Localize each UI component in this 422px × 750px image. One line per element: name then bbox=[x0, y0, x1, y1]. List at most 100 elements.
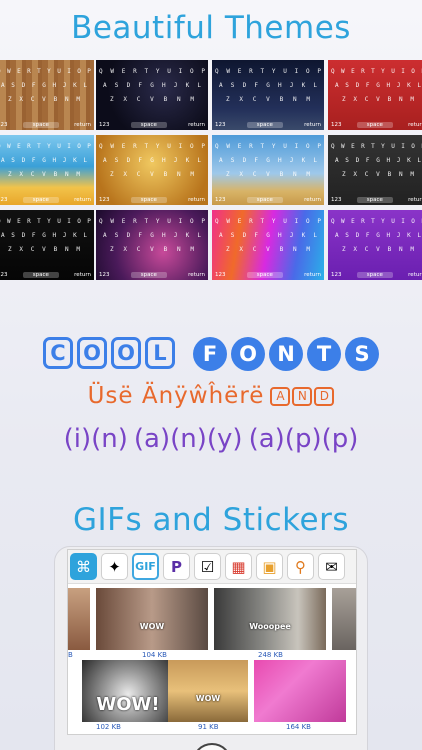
search-icon[interactable]: ⚲ bbox=[287, 553, 314, 580]
key-n: N bbox=[292, 246, 297, 253]
key-s: S bbox=[345, 232, 349, 239]
key-z: Z bbox=[226, 96, 230, 103]
theme-tile-purple[interactable]: QWERTYUIOPASDFGHJKLZXCVBNM123spacereturn bbox=[328, 210, 422, 280]
translate-icon[interactable]: ✉ bbox=[318, 553, 345, 580]
image-icon[interactable]: ▣ bbox=[256, 553, 283, 580]
p-icon[interactable]: P bbox=[163, 553, 190, 580]
key-e: E bbox=[121, 218, 126, 225]
key-e: E bbox=[351, 218, 355, 225]
key-q: Q bbox=[215, 68, 219, 75]
key-f: F bbox=[254, 157, 259, 164]
theme-tile-red[interactable]: QWERTYUIOPASDFGHJKLZXCVBNM123spacereturn bbox=[328, 60, 422, 130]
key-row: ZXCVBNM bbox=[8, 96, 80, 103]
theme-tile-dark-gray[interactable]: QWERTYUIOPASDFGHJKLZXCVBNM123spacereturn bbox=[328, 135, 422, 205]
gif-size-label: 91 KB bbox=[198, 723, 219, 731]
key-f: F bbox=[138, 157, 143, 164]
key-i: I bbox=[294, 143, 299, 150]
key-q: Q bbox=[0, 68, 1, 75]
key-z: Z bbox=[226, 171, 230, 178]
gif-thumbnail[interactable] bbox=[68, 588, 90, 650]
paren-word: (a) (p) (p) bbox=[249, 424, 359, 454]
key-d: D bbox=[355, 82, 360, 89]
key-l: L bbox=[417, 157, 421, 164]
key-h: H bbox=[161, 232, 166, 239]
key-v: V bbox=[376, 96, 380, 103]
key-q: Q bbox=[331, 143, 335, 150]
key-c: C bbox=[252, 171, 257, 178]
key-l: L bbox=[83, 232, 87, 239]
key-123: 123 bbox=[99, 272, 110, 278]
command-icon[interactable]: ⌘ bbox=[70, 553, 97, 580]
gif-thumbnail[interactable]: WOW bbox=[168, 660, 248, 722]
theme-tile-night-sky[interactable]: Q W E R T Y U I O P A S D F G H J K L Z X C V B N M 123 space return bbox=[212, 60, 324, 130]
key-g: G bbox=[150, 82, 154, 89]
key-y: Y bbox=[155, 218, 160, 225]
key-j: J bbox=[62, 157, 67, 164]
key-v: V bbox=[42, 246, 46, 253]
key-m: M bbox=[306, 96, 310, 103]
key-v: V bbox=[42, 171, 46, 178]
gif-icon[interactable]: GIF bbox=[132, 553, 159, 580]
key-h: H bbox=[52, 232, 57, 239]
key-bottom-row: 123 space return bbox=[215, 122, 321, 128]
key-v: V bbox=[42, 96, 46, 103]
gif-caption: Wooopee bbox=[249, 622, 291, 632]
key-123: 123 bbox=[99, 122, 110, 128]
key-i: I bbox=[178, 68, 183, 75]
key-d: D bbox=[21, 157, 26, 164]
calendar-icon[interactable]: ▦ bbox=[225, 553, 252, 580]
key-h: H bbox=[277, 82, 282, 89]
key-space: space bbox=[246, 272, 283, 278]
key-p: P bbox=[317, 68, 321, 75]
and-boxes: AND bbox=[270, 386, 335, 406]
key-d: D bbox=[21, 82, 26, 89]
theme-tile-black[interactable]: QWERTYUIOPASDFGHJKLZXCVBNM123spacereturn bbox=[0, 210, 94, 280]
theme-tile-beach[interactable]: QWERTYUIOPASDFGHJKLZXCVBNM123spacereturn bbox=[0, 135, 94, 205]
theme-tile-nebula[interactable]: Q W E R T Y U I O P A S D F G H J K L Z X C V B N M 123 space return bbox=[96, 210, 208, 280]
key-f: F bbox=[31, 232, 36, 239]
gif-thumbnail[interactable]: Wooopee bbox=[214, 588, 326, 650]
theme-grid: QWERTYUIOPASDFGHJKLZXCVBNM123spacereturn… bbox=[0, 60, 422, 282]
key-row: ASDFGHJKL bbox=[219, 157, 317, 164]
key-return: return bbox=[408, 272, 422, 278]
theme-tile-wood[interactable]: QWERTYUIOPASDFGHJKLZXCVBNM123spacereturn bbox=[0, 60, 94, 130]
check-icon[interactable]: ☑ bbox=[194, 553, 221, 580]
theme-tile-rainbow[interactable]: Q W E R T Y U I O P A S D F G H J K L Z X C V B N M 123 space return bbox=[212, 210, 324, 280]
key-j: J bbox=[62, 82, 67, 89]
cool-fonts-row: COOLFONTS bbox=[0, 337, 422, 371]
paren-letter: (i) bbox=[63, 424, 92, 454]
key-k: K bbox=[73, 82, 77, 89]
key-a: A bbox=[1, 157, 5, 164]
key-r: R bbox=[249, 143, 253, 150]
gif-thumbnail[interactable]: WOW! bbox=[82, 660, 174, 722]
key-o: O bbox=[306, 68, 310, 75]
key-f: F bbox=[31, 82, 36, 89]
key-b: B bbox=[387, 96, 392, 103]
key-s: S bbox=[345, 157, 349, 164]
key-g: G bbox=[376, 82, 380, 89]
gif-thumbnail[interactable] bbox=[332, 588, 356, 650]
theme-tile-gold-bokeh[interactable]: Q W E R T Y U I O P A S D F G H J K L Z X C V B N M 123 space return bbox=[96, 135, 208, 205]
key-g: G bbox=[376, 232, 380, 239]
sticker-icon[interactable]: ✦ bbox=[101, 553, 128, 580]
key-n: N bbox=[176, 171, 181, 178]
gif-thumbnail[interactable]: WOW bbox=[96, 588, 208, 650]
key-n: N bbox=[398, 96, 403, 103]
key-m: M bbox=[190, 96, 194, 103]
theme-keyboard: QWERTYUIOPASDFGHJKLZXCVBNM123spacereturn bbox=[0, 60, 94, 130]
theme-tile-desert-sky[interactable]: Q W E R T Y U I O P A S D F G H J K L Z X C V B N M 123 space return bbox=[212, 135, 324, 205]
gif-thumbnail[interactable] bbox=[254, 660, 346, 722]
key-row: ZXCVBNM bbox=[8, 171, 80, 178]
gifs-heading: GIFs and Stickers bbox=[73, 502, 349, 538]
theme-tile-space-stars[interactable]: Q W E R T Y U I O P A S D F G H J K L Z X C V B N M 123 space return bbox=[96, 60, 208, 130]
key-g: G bbox=[42, 82, 46, 89]
key-n: N bbox=[292, 96, 297, 103]
fonts-letter: F bbox=[193, 337, 227, 371]
key-j: J bbox=[396, 232, 401, 239]
key-f: F bbox=[254, 82, 259, 89]
key-d: D bbox=[126, 232, 131, 239]
key-t: T bbox=[144, 218, 149, 225]
key-f: F bbox=[31, 157, 36, 164]
home-button[interactable] bbox=[192, 743, 232, 750]
key-c: C bbox=[136, 96, 141, 103]
